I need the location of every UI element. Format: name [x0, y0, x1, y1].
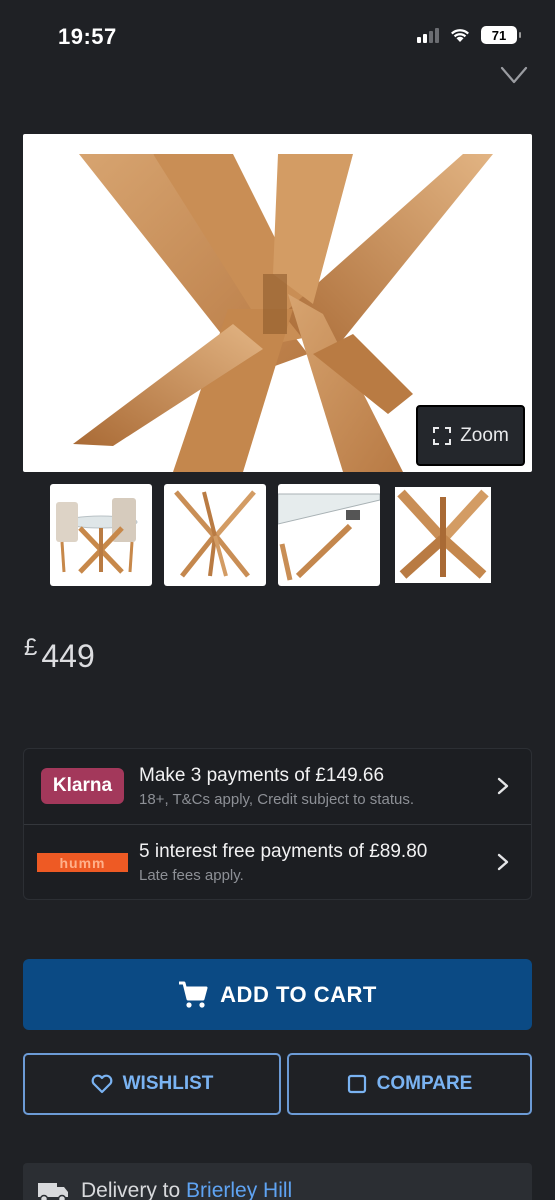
status-icons: 71	[417, 26, 521, 44]
signal-icon	[417, 27, 439, 43]
compare-label: COMPARE	[376, 1073, 473, 1094]
checkbox-icon	[347, 1074, 366, 1094]
klarna-subtitle: 18+, T&Cs apply, Credit subject to statu…	[139, 791, 414, 808]
zoom-label: Zoom	[460, 424, 509, 446]
thumbnail-1[interactable]	[50, 484, 152, 586]
zoom-button[interactable]: Zoom	[416, 405, 525, 466]
add-to-cart-button[interactable]: ADD TO CART	[23, 959, 532, 1030]
add-to-cart-label: ADD TO CART	[220, 981, 377, 1007]
expand-icon	[433, 426, 452, 445]
finance-options: Klarna Make 3 payments of £149.66 18+, T…	[23, 748, 532, 900]
price-amount: 449	[41, 638, 95, 674]
humm-logo: humm	[37, 853, 128, 872]
product-price: £ 449	[24, 632, 95, 675]
truck-icon	[38, 1183, 68, 1200]
glass-top-thumb-image	[278, 493, 380, 581]
cart-icon	[179, 981, 208, 1008]
compare-button[interactable]: COMPARE	[287, 1053, 532, 1115]
delivery-text: Delivery to Brierley Hill	[81, 1179, 292, 1200]
delivery-prefix: Delivery to	[81, 1179, 187, 1200]
thumbnail-4-selected[interactable]	[392, 484, 494, 586]
wishlist-label: WISHLIST	[122, 1073, 214, 1094]
thumbnail-strip	[50, 484, 494, 586]
chevron-right-icon	[497, 853, 509, 871]
thumbnail-3[interactable]	[278, 484, 380, 586]
delivery-banner[interactable]: Delivery to Brierley Hill	[23, 1163, 532, 1200]
wifi-icon	[451, 29, 469, 42]
humm-option[interactable]: humm 5 interest free payments of £89.80 …	[24, 825, 531, 901]
klarna-option[interactable]: Klarna Make 3 payments of £149.66 18+, T…	[24, 749, 531, 825]
klarna-title: Make 3 payments of £149.66	[139, 765, 385, 786]
status-bar: 19:57 71	[0, 0, 555, 60]
humm-title: 5 interest free payments of £89.80	[139, 841, 428, 862]
delivery-location-link[interactable]: Brierley Hill	[186, 1179, 292, 1200]
legs-top-view-thumb-image	[174, 490, 256, 578]
heart-outline-icon[interactable]	[499, 62, 529, 88]
price-currency: £	[24, 634, 38, 661]
klarna-logo: Klarna	[41, 768, 124, 804]
heart-icon	[91, 1074, 112, 1094]
legs-closeup-thumb-image	[395, 487, 491, 583]
dining-set-thumb-image	[56, 498, 138, 574]
thumbnail-2[interactable]	[164, 484, 266, 586]
battery-indicator: 71	[481, 26, 521, 44]
status-time: 19:57	[58, 24, 117, 49]
chevron-right-icon	[497, 777, 509, 795]
humm-subtitle: Late fees apply.	[139, 867, 244, 884]
wishlist-button[interactable]: WISHLIST	[23, 1053, 281, 1115]
